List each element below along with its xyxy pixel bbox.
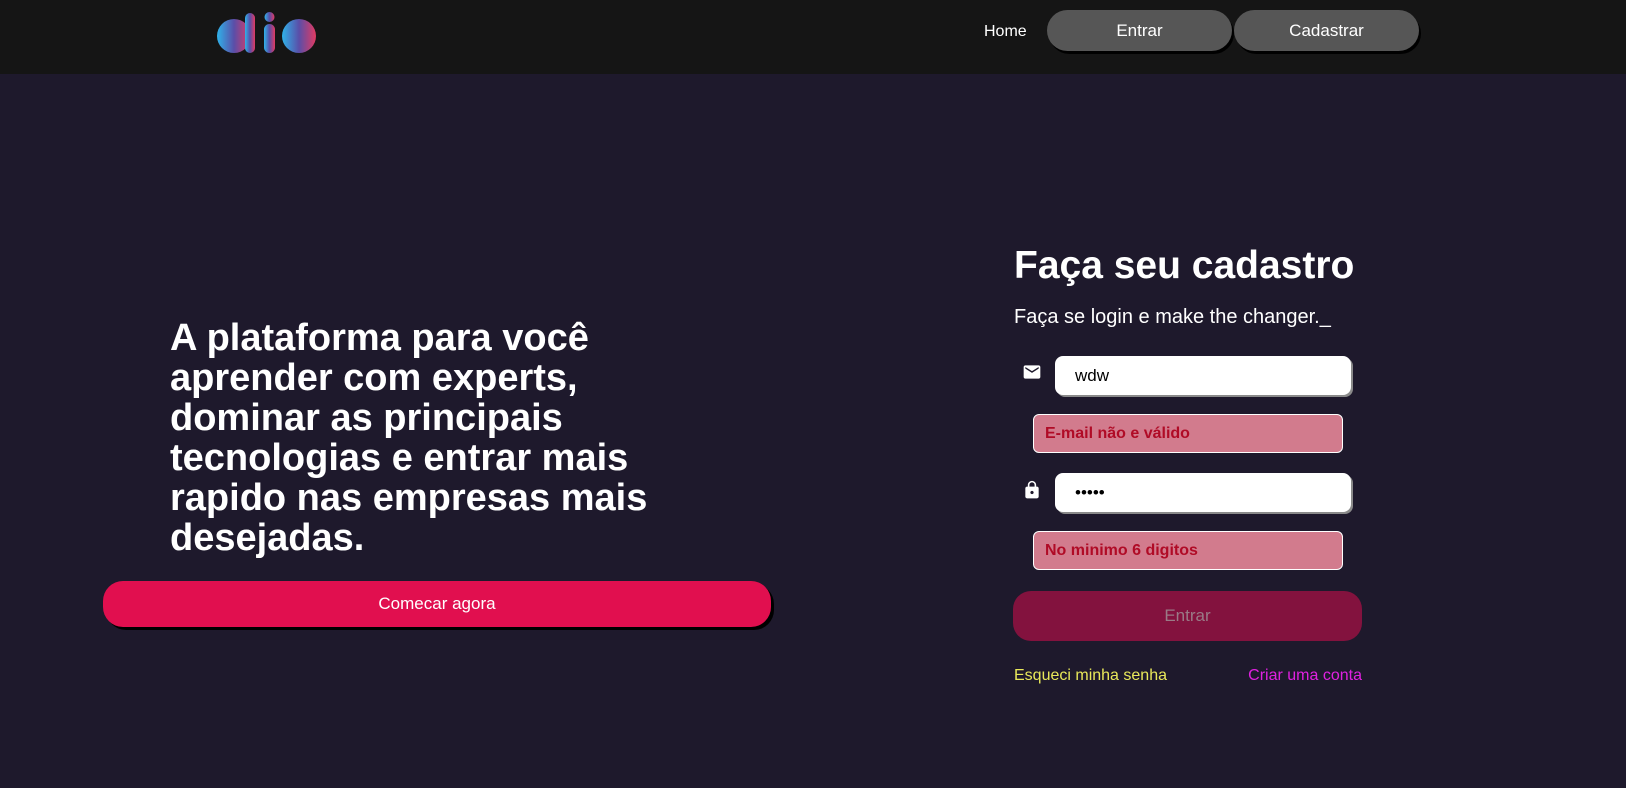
top-header: Home Entrar Cadastrar (0, 0, 1626, 74)
dio-logo[interactable] (216, 10, 318, 56)
create-account-link[interactable]: Criar uma conta (1248, 666, 1362, 686)
hero-title: A plataforma para você aprender com expe… (170, 317, 648, 559)
lock-icon (1025, 480, 1039, 499)
nav-login-button[interactable]: Entrar (1047, 10, 1232, 51)
submit-login-button[interactable]: Entrar (1013, 591, 1362, 641)
password-error-message: No minimo 6 digitos (1033, 531, 1343, 570)
start-now-button[interactable]: Comecar agora (103, 581, 771, 627)
mail-icon (1023, 365, 1041, 379)
nav-home-link[interactable]: Home (984, 22, 1027, 42)
email-input[interactable] (1055, 356, 1351, 395)
password-input[interactable] (1055, 473, 1351, 512)
form-subtitle: Faça se login e make the changer._ (1014, 306, 1331, 328)
nav-signup-button[interactable]: Cadastrar (1234, 10, 1419, 51)
form-title: Faça seu cadastro (1014, 244, 1355, 287)
email-error-message: E-mail não e válido (1033, 414, 1343, 453)
forgot-password-link[interactable]: Esqueci minha senha (1014, 666, 1167, 686)
